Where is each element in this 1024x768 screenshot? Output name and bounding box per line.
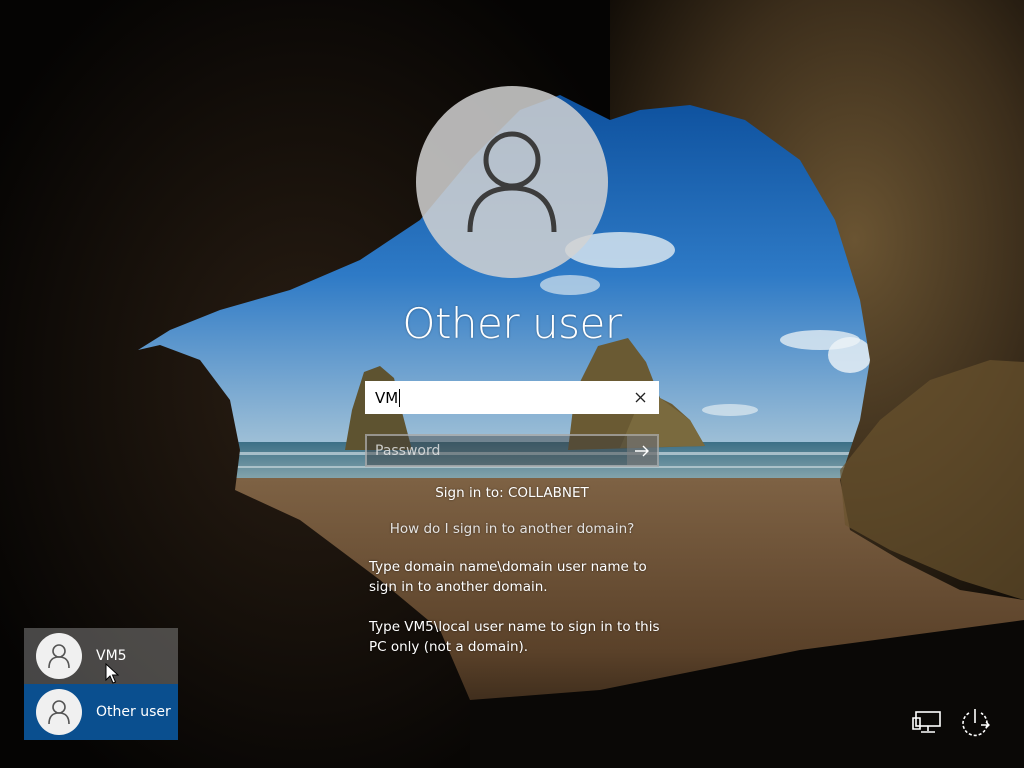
user-tile-other-user[interactable]: Other user xyxy=(24,684,178,740)
local-hint-text: Type VM5\local user name to sign in to t… xyxy=(369,619,660,655)
password-field[interactable] xyxy=(365,434,659,467)
user-tile-label: VM5 xyxy=(96,648,127,664)
password-input[interactable] xyxy=(367,436,629,465)
network-button[interactable] xyxy=(911,706,945,740)
username-field[interactable] xyxy=(365,381,659,414)
user-silhouette-icon xyxy=(48,700,70,725)
lock-screen: Other user Sign in to: COLLABNET How do … xyxy=(0,0,1024,768)
user-silhouette-icon xyxy=(48,644,70,669)
user-silhouette-icon xyxy=(467,131,557,233)
arrow-right-icon xyxy=(635,445,649,456)
close-icon xyxy=(635,392,645,403)
network-icon xyxy=(912,711,941,733)
username-input[interactable] xyxy=(367,383,627,412)
user-avatar-small xyxy=(36,689,82,735)
sign-in-domain-label: Sign in to: COLLABNET xyxy=(435,485,589,501)
user-tile-label: Other user xyxy=(96,704,171,720)
other-domain-help-link[interactable]: How do I sign in to another domain? xyxy=(312,521,712,537)
user-avatar-small xyxy=(36,633,82,679)
user-switcher-list: VM5 Other user xyxy=(24,628,178,740)
text-caret xyxy=(399,389,400,407)
user-title: Other user xyxy=(402,299,622,348)
user-avatar-large xyxy=(416,86,608,278)
user-tile-vm5[interactable]: VM5 xyxy=(24,628,178,684)
clear-text-button[interactable] xyxy=(627,385,653,410)
submit-button[interactable] xyxy=(627,436,657,465)
power-button[interactable] xyxy=(958,706,992,740)
domain-hint-text: Type domain name\domain user name to sig… xyxy=(369,559,647,595)
power-icon xyxy=(962,709,990,737)
mouse-cursor-icon xyxy=(105,663,119,684)
